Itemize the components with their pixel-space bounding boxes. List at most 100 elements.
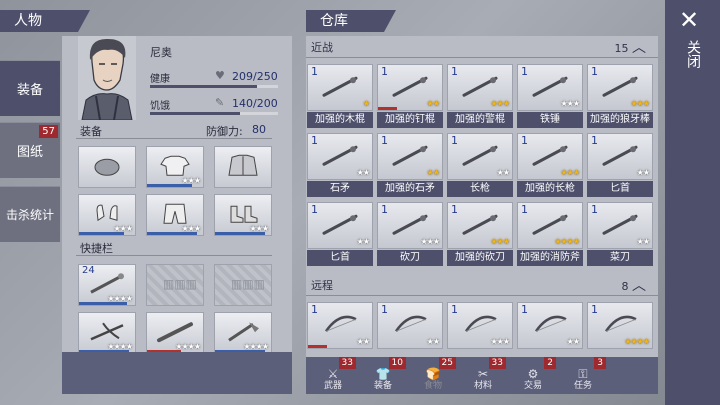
quickbar-slot[interactable]: ★★★★ bbox=[214, 312, 272, 354]
close-icon[interactable]: ✕ bbox=[679, 6, 699, 34]
storage-item[interactable]: 1 ★★★ bbox=[447, 302, 513, 349]
item-name-label: 加强的长枪 bbox=[517, 181, 583, 197]
melee-icon bbox=[602, 145, 638, 166]
storage-item[interactable]: 1 ★★★ bbox=[377, 202, 443, 249]
quickbar-slot[interactable]: 24 ★★★★ bbox=[78, 264, 136, 306]
bow-icon bbox=[604, 315, 637, 332]
melee-icon bbox=[532, 76, 568, 97]
close-label[interactable]: 关闭 bbox=[685, 40, 701, 68]
storage-tab-0[interactable]: ⚔ 33 武器 bbox=[308, 357, 358, 394]
storage-item[interactable]: 1 ★★★ bbox=[447, 64, 513, 111]
crossbow-icon bbox=[90, 322, 124, 341]
bow-icon bbox=[324, 315, 357, 332]
rarity-stars: ★★ bbox=[426, 168, 440, 177]
item-name-label: 菜刀 bbox=[587, 250, 653, 266]
tab-equipment[interactable]: 装备 bbox=[0, 60, 60, 116]
chevron-up-icon[interactable]: ︿ bbox=[632, 278, 646, 294]
storage-item[interactable]: 1 ★★★★ bbox=[587, 302, 653, 349]
melee-icon bbox=[322, 145, 358, 166]
storage-item[interactable]: 1 ★★ bbox=[377, 302, 443, 349]
storage-item[interactable]: 1 ★★★ bbox=[517, 64, 583, 111]
ranged-count: 8 bbox=[621, 280, 629, 293]
spiked-club-icon bbox=[90, 273, 124, 294]
tab-label: 任务 bbox=[573, 381, 592, 391]
item-count: 1 bbox=[591, 65, 598, 78]
character-header: 人物 bbox=[0, 10, 90, 32]
ranged-section-header[interactable]: 远程 8 ︿ bbox=[306, 276, 658, 296]
melee-section-header[interactable]: 近战 15 ︿ bbox=[306, 38, 658, 58]
equipment-slot[interactable]: ★★★ bbox=[146, 146, 204, 188]
tab-equipment-label: 装备 bbox=[16, 83, 43, 98]
storage-tab-4[interactable]: ⚙ 2 交易 bbox=[508, 357, 558, 394]
storage-item[interactable]: 1 ★★ bbox=[587, 133, 653, 180]
gloves-icon bbox=[96, 204, 118, 222]
item-name-label: 铁锤 bbox=[517, 112, 583, 128]
rarity-stars: ★★ bbox=[356, 337, 370, 346]
rarity-stars: ★★★ bbox=[490, 337, 509, 346]
rarity-stars: ★★ bbox=[356, 168, 370, 177]
health-bar-track bbox=[150, 85, 278, 88]
tab-count-badge: 10 bbox=[388, 357, 406, 369]
storage-item[interactable]: 1 ★★ bbox=[307, 202, 373, 249]
item-name-label: 砍刀 bbox=[377, 250, 443, 266]
rarity-stars: ★★ bbox=[636, 168, 650, 177]
storage-tab-2[interactable]: 🍞 25 食物 bbox=[408, 357, 458, 394]
storage-tab-5[interactable]: ⚿ 3 任务 bbox=[558, 357, 608, 394]
rarity-stars: ★★ bbox=[566, 337, 580, 346]
quickbar-title: 快捷栏 bbox=[80, 242, 113, 255]
locked-quickbar-slot[interactable]: ▥▥▥ bbox=[214, 264, 272, 306]
rarity-stars: ★★ bbox=[426, 337, 440, 346]
item-count: 1 bbox=[451, 65, 458, 78]
storage-item[interactable]: 1 ★★★★ bbox=[517, 202, 583, 249]
equipment-slot[interactable] bbox=[214, 146, 272, 188]
health-bar-fill bbox=[150, 85, 257, 88]
equipment-slot[interactable] bbox=[78, 146, 136, 188]
close-panel[interactable]: ✕ 关闭 bbox=[665, 0, 720, 405]
storage-item[interactable]: 1 ★★ bbox=[307, 302, 373, 349]
character-name: 尼奥 bbox=[150, 46, 172, 59]
rarity-stars: ★★ bbox=[426, 99, 440, 108]
tab-blueprints-label: 图纸 bbox=[16, 145, 43, 160]
tab-count-badge: 2 bbox=[544, 357, 556, 369]
item-count: 1 bbox=[381, 65, 388, 78]
ranged-title: 远程 bbox=[311, 279, 333, 292]
storage-item[interactable]: 1 ★ bbox=[307, 64, 373, 111]
durability-bar bbox=[79, 232, 124, 235]
item-name-label: 加强的钉棍 bbox=[377, 112, 443, 128]
locked-quickbar-slot[interactable]: ▥▥▥ bbox=[146, 264, 204, 306]
tab-label: 交易 bbox=[523, 381, 542, 391]
storage-item[interactable]: 1 ★★ bbox=[587, 202, 653, 249]
cap-icon bbox=[94, 158, 120, 176]
tab-blueprints[interactable]: 图纸 57 bbox=[0, 122, 60, 178]
equipment-slot[interactable]: ★★★ bbox=[214, 194, 272, 236]
equipment-slot[interactable]: ★★★ bbox=[146, 194, 204, 236]
equipment-title: 装备 bbox=[80, 125, 102, 138]
storage-tab-1[interactable]: 👕 10 装备 bbox=[358, 357, 408, 394]
storage-item[interactable]: 1 ★★ bbox=[377, 133, 443, 180]
bow-icon bbox=[394, 315, 427, 332]
storage-item[interactable]: 1 ★★★ bbox=[587, 64, 653, 111]
health-value: 209/250 bbox=[232, 70, 278, 83]
tab-kill-stats[interactable]: 击杀统计 bbox=[0, 186, 60, 242]
melee-icon bbox=[532, 214, 568, 235]
quickbar-slot[interactable]: ★★★★ bbox=[146, 312, 204, 354]
storage-panel: 近战 15 ︿ 1 ★ 加强的木棍 1 ★★ 加强的钉棍 1 ★★★ 加强的警棍 1 ★★★ 铁锤 1 ★… bbox=[306, 36, 658, 394]
pants-icon bbox=[163, 203, 187, 224]
item-count: 1 bbox=[381, 203, 388, 216]
storage-item[interactable]: 1 ★★★ bbox=[517, 133, 583, 180]
shirt-icon bbox=[160, 155, 190, 176]
item-name-label: 加强的警棍 bbox=[447, 112, 513, 128]
storage-item[interactable]: 1 ★★★ bbox=[447, 202, 513, 249]
chevron-up-icon[interactable]: ︿ bbox=[632, 40, 646, 56]
storage-item[interactable]: 1 ★★ bbox=[307, 133, 373, 180]
storage-item[interactable]: 1 ★★ bbox=[377, 64, 443, 111]
storage-tab-3[interactable]: ✂ 33 材料 bbox=[458, 357, 508, 394]
equipment-slot[interactable]: ★★★ bbox=[78, 194, 136, 236]
item-count: 1 bbox=[521, 134, 528, 147]
storage-item[interactable]: 1 ★★ bbox=[517, 302, 583, 349]
quickbar-slot[interactable]: ★★★★ bbox=[78, 312, 136, 354]
storage-title: 仓库 bbox=[320, 13, 348, 29]
melee-icon bbox=[462, 214, 498, 235]
storage-item[interactable]: 1 ★★ bbox=[447, 133, 513, 180]
bat-icon bbox=[157, 322, 193, 343]
